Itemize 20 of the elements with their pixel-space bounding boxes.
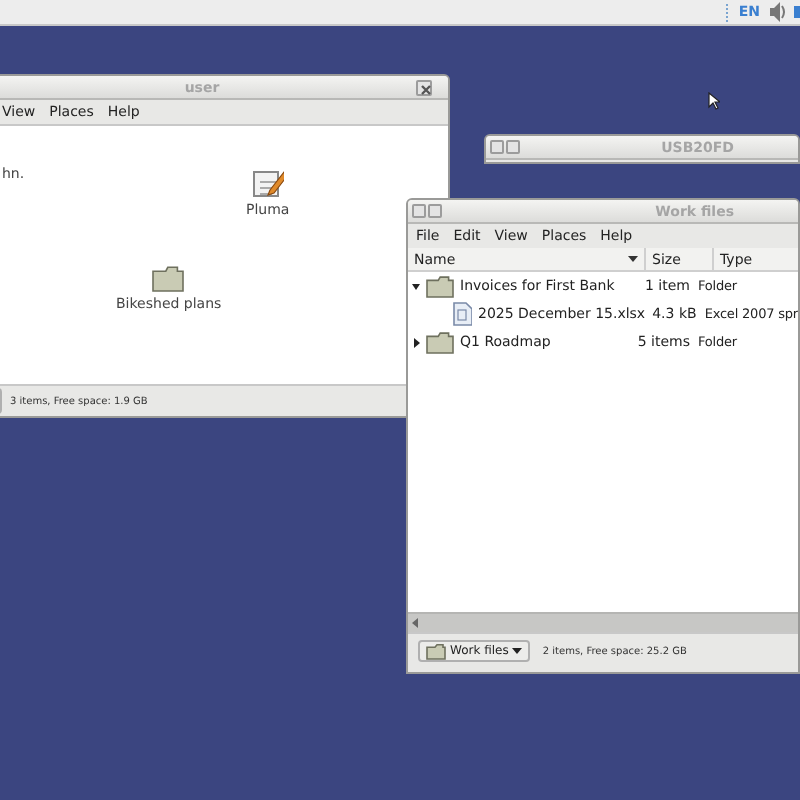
- left-arrow-icon[interactable]: [412, 618, 418, 628]
- folder-icon: [426, 643, 446, 659]
- close-button[interactable]: [416, 79, 432, 95]
- collapsed-arrow-icon[interactable]: [412, 337, 420, 347]
- dropdown-arrow-icon: [512, 648, 523, 654]
- expanded-arrow-icon[interactable]: [412, 281, 420, 291]
- folder-icon[interactable]: [152, 266, 185, 292]
- horizontal-scrollbar[interactable]: [408, 612, 798, 632]
- spreadsheet-file-icon: [452, 302, 472, 326]
- notepad-pencil-icon[interactable]: [251, 166, 284, 198]
- close-icon: [418, 81, 434, 97]
- mouse-pointer-icon: [708, 92, 720, 110]
- minimize-button[interactable]: [490, 140, 504, 154]
- maximize-button[interactable]: [428, 204, 442, 218]
- maximize-button[interactable]: [506, 140, 520, 154]
- minimize-button[interactable]: [412, 204, 426, 218]
- sort-arrow-icon: [628, 256, 638, 262]
- folder-icon: [426, 275, 454, 297]
- speaker-icon[interactable]: [768, 2, 786, 22]
- folder-icon: [426, 331, 454, 353]
